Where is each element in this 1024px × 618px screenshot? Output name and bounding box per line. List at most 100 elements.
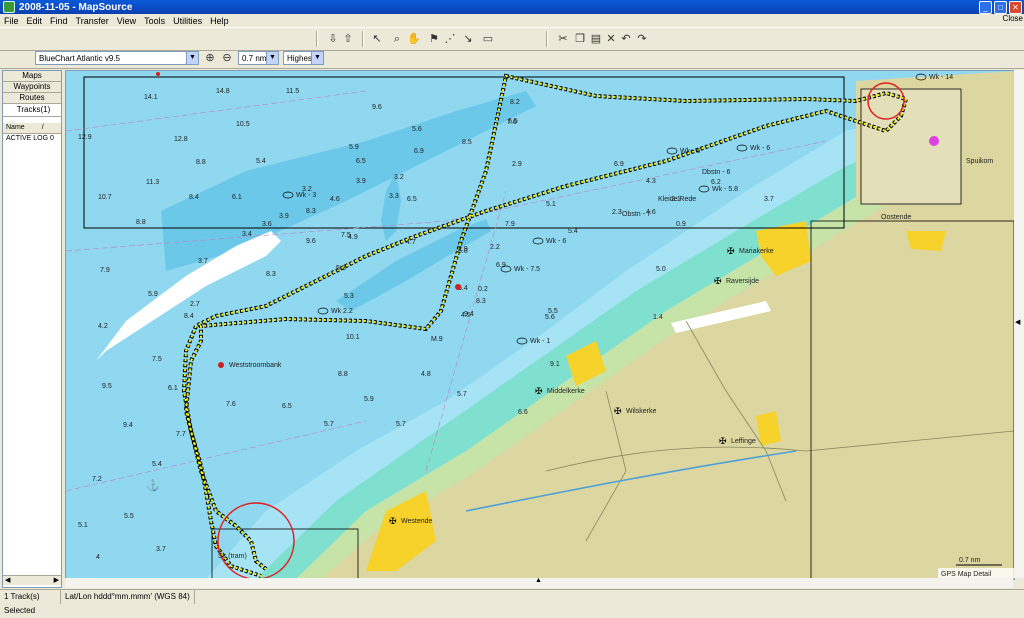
tab-routes[interactable]: Routes — [3, 93, 61, 104]
sounding-label: 5.3 — [344, 293, 354, 300]
sounding-label: M.9 — [431, 336, 443, 343]
wreck-label: Wk - 3 — [296, 192, 316, 199]
menu-edit[interactable]: Edit — [23, 16, 47, 26]
sounding-label: 11.3 — [146, 179, 159, 186]
menu-tools[interactable]: Tools — [140, 16, 169, 26]
sounding-label: 5.9 — [148, 291, 158, 298]
sounding-label: 0.2 — [478, 286, 488, 293]
list-item[interactable]: ACTIVE LOG 0 — [3, 134, 61, 144]
tab-waypoints[interactable]: Waypoints — [3, 82, 61, 93]
tab-maps[interactable]: Maps — [3, 71, 61, 82]
hand-tool-icon[interactable]: ✋ — [407, 32, 421, 46]
sounding-label: 8.5 — [462, 139, 472, 146]
map-credit: GPS Map Detail — [941, 571, 992, 578]
buoy-icon — [455, 284, 461, 290]
church-icon: ✠ — [535, 386, 543, 396]
panel-horizontal-scrollbar[interactable]: ◀ ▶ — [3, 575, 61, 585]
sounding-label: 11.5 — [286, 88, 299, 95]
anchor-icon: ⚓ — [146, 479, 160, 492]
sounding-label: 10.7 — [98, 194, 112, 201]
wreck-label: Wk - 5.8 — [712, 186, 738, 193]
sounding-label: 10.1 — [346, 334, 360, 341]
chart-canvas[interactable]: 14.1 14.8 11.5 12.9 12.8 10.5 8.8 5.4 11.3 10.7 8.… — [66, 71, 1014, 579]
map-tool-icon[interactable]: ↖ — [370, 32, 384, 46]
send-to-device-icon[interactable]: ⇧ — [341, 32, 355, 46]
sounding-label: 8.8 — [338, 371, 348, 378]
sounding-label: 2.2 — [490, 244, 500, 251]
sounding-label: 5.7 — [324, 421, 334, 428]
track-tool-icon[interactable]: ↘ — [461, 32, 475, 46]
paste-icon[interactable]: ▤ — [589, 32, 603, 46]
menu-help[interactable]: Help — [206, 16, 233, 26]
sounding-label: 9.1 — [550, 361, 560, 368]
menu-transfer[interactable]: Transfer — [72, 16, 113, 26]
sounding-label: 4.7 — [406, 239, 416, 246]
urban-area — [906, 231, 946, 251]
oostende-inset — [860, 88, 962, 205]
waypoint-tool-icon[interactable]: ⚑ — [427, 32, 441, 46]
sounding-label: 7.9 — [100, 267, 110, 274]
detail-select[interactable]: Highest ▼ — [283, 51, 324, 65]
undo-icon[interactable]: ↶ — [619, 32, 633, 46]
chart-select[interactable]: BlueChart Atlantic v9.5 ▼ — [35, 51, 199, 65]
menu-file[interactable]: File — [0, 16, 23, 26]
maximize-button[interactable]: □ — [994, 1, 1007, 14]
receive-from-device-icon[interactable]: ⇩ — [326, 32, 340, 46]
status-coords: Lat/Lon hddd°mm.mmm' (WGS 84) — [61, 590, 195, 604]
chevron-down-icon: ▼ — [266, 52, 278, 64]
map-view[interactable]: 14.1 14.8 11.5 12.9 12.8 10.5 8.8 5.4 11.3 10.7 8.… — [65, 70, 1015, 580]
sounding-label: 8.4 — [189, 194, 199, 201]
map-toolbar: BlueChart Atlantic v9.5 ▼ ⊕ ⊖ 0.7 nm ▼ H… — [0, 49, 1024, 69]
cut-icon[interactable]: ✂ — [556, 32, 570, 46]
sounding-label: 5.3 — [336, 265, 346, 272]
sounding-label: 5.7 — [457, 391, 467, 398]
sounding-label: 3.7 — [764, 196, 774, 203]
sounding-label: 8.3 — [476, 298, 486, 305]
sounding-label: 5.5 — [124, 513, 134, 520]
close-document-button[interactable]: Close — [1003, 14, 1023, 23]
sounding-label: 6.9 — [414, 148, 424, 155]
sounding-label: 10.5 — [236, 121, 250, 128]
place-label: Spuikom — [966, 158, 993, 165]
sounding-label: 5.1 — [78, 522, 88, 529]
place-label: Weststroombank — [229, 362, 282, 369]
sounding-label: 7.5 — [152, 356, 162, 363]
copy-icon[interactable]: ❐ — [573, 32, 587, 46]
sounding-label: 3.6 — [262, 221, 272, 228]
sounding-label: 5.0 — [458, 248, 468, 255]
sounding-label: 12.8 — [174, 136, 188, 143]
place-label: Raversijde — [726, 278, 759, 285]
place-label: Oostende — [881, 214, 911, 221]
scale-select[interactable]: 0.7 nm ▼ — [238, 51, 279, 65]
wreck-label: Wk - 1 — [530, 338, 550, 345]
sounding-label: 3.9 — [279, 213, 289, 220]
distance-tool-icon[interactable]: ▭ — [481, 32, 495, 46]
menu-bar: File Edit Find Transfer View Tools Utili… — [0, 14, 1024, 27]
map-vertical-scrollbar[interactable]: ◀ — [1014, 70, 1024, 578]
sounding-label: 7.2 — [92, 476, 102, 483]
list-header: Name / — [3, 123, 61, 134]
scale-bar-label: 0.7 nm — [959, 557, 981, 564]
redo-icon[interactable]: ↷ — [635, 32, 649, 46]
zoom-in-icon[interactable]: ⊕ — [203, 51, 217, 65]
close-window-button[interactable]: ✕ — [1009, 1, 1022, 14]
zoom-out-icon[interactable]: ⊖ — [220, 51, 234, 65]
menu-utilities[interactable]: Utilities — [169, 16, 206, 26]
marker-magenta — [929, 136, 939, 146]
delete-icon[interactable]: ✕ — [604, 32, 618, 46]
sounding-label: 5.9 — [349, 144, 359, 151]
buoy-icon — [156, 72, 160, 76]
menu-view[interactable]: View — [113, 16, 140, 26]
tab-tracks[interactable]: Tracks(1) — [3, 104, 61, 117]
status-selection: 1 Track(s) Selected — [0, 590, 61, 615]
menu-find[interactable]: Find — [46, 16, 72, 26]
sounding-label: 9.5 — [102, 383, 112, 390]
sounding-label: 5.4 — [568, 228, 578, 235]
map-horizontal-scrollbar[interactable]: ▲ — [65, 577, 1013, 588]
route-tool-icon[interactable]: ⋰ — [443, 32, 457, 46]
column-name[interactable]: Name — [3, 123, 25, 133]
sounding-label: 9.6 — [372, 104, 382, 111]
zoom-tool-icon[interactable]: ⌕ — [390, 32, 404, 46]
minimize-button[interactable]: _ — [979, 1, 992, 14]
sounding-label: 2.3 — [612, 209, 622, 216]
